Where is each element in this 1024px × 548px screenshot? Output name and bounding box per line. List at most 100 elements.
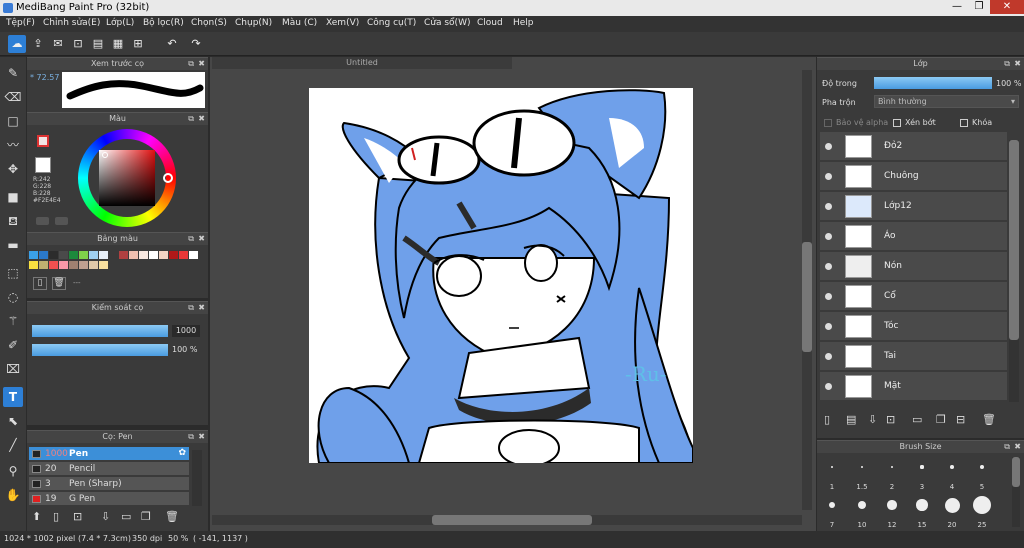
transparent-swatch[interactable]: [35, 157, 51, 173]
brush-size-dot[interactable]: [979, 464, 985, 470]
brush-size-dot[interactable]: [858, 501, 866, 509]
select-tool-icon[interactable]: ⬚: [3, 263, 23, 283]
layer-row[interactable]: Chuông: [820, 162, 1007, 191]
brush-size-dot[interactable]: [860, 465, 864, 469]
color-mode-button[interactable]: [36, 217, 49, 225]
layer-row[interactable]: Nón: [820, 252, 1007, 281]
document-tab[interactable]: Untitled: [212, 57, 512, 69]
bucket-tool-icon[interactable]: ⛾: [3, 211, 23, 231]
brush-size-dot[interactable]: [887, 500, 897, 510]
move-tool-icon[interactable]: ✥: [3, 159, 23, 179]
popout-icon[interactable]: ⧉: [188, 302, 194, 314]
import-layer-icon[interactable]: ⇩: [868, 413, 877, 426]
share-icon[interactable]: ⇪: [29, 35, 47, 53]
new-halftone-layer-icon[interactable]: ▤: [846, 413, 856, 426]
eye-icon[interactable]: [825, 263, 832, 270]
lock-checkbox[interactable]: [960, 119, 968, 127]
layer-menu-icon[interactable]: ⊡: [886, 413, 895, 426]
material-icon[interactable]: ▦: [109, 35, 127, 53]
brush-size-dot[interactable]: [920, 465, 924, 469]
palette-swatch[interactable]: [139, 251, 148, 259]
delete-brush-icon[interactable]: 🗑: [165, 510, 179, 523]
menu-view[interactable]: Xem(V): [326, 18, 359, 28]
palette-swatch[interactable]: [49, 261, 58, 269]
menu-cloud[interactable]: Cloud: [477, 18, 503, 28]
palette-swatch[interactable]: [69, 251, 78, 259]
maximize-button[interactable]: ❐: [966, 0, 992, 14]
palette-swatch[interactable]: [179, 251, 188, 259]
saturation-value-square[interactable]: [99, 150, 155, 206]
operation-tool-icon[interactable]: ⬉: [3, 411, 23, 431]
brush-size-dot[interactable]: [831, 466, 833, 468]
layer-opacity-slider[interactable]: [874, 77, 992, 89]
sv-handle[interactable]: [102, 152, 108, 158]
undo-icon[interactable]: ↶: [163, 35, 181, 53]
popout-icon[interactable]: ⧉: [188, 233, 194, 245]
hue-handle[interactable]: [163, 173, 173, 183]
layer-scrollbar[interactable]: [1009, 140, 1019, 402]
menu-window[interactable]: Cửa sổ(W): [424, 18, 470, 28]
add-brush-icon[interactable]: ⬆: [32, 510, 41, 523]
select-pen-icon[interactable]: ✐: [3, 335, 23, 355]
eraser-tool-icon[interactable]: ⌫: [3, 87, 23, 107]
folder-icon[interactable]: ▭: [121, 510, 131, 523]
duplicate-icon[interactable]: ❐: [141, 510, 151, 523]
palette-swatch[interactable]: [159, 251, 168, 259]
panel-close-icon[interactable]: ✖: [198, 113, 205, 125]
grid-icon[interactable]: ⊞: [129, 35, 147, 53]
brush-item[interactable]: 20 Pencil: [29, 462, 189, 476]
palette-swatch[interactable]: [49, 251, 58, 259]
brush-size-scrollbar[interactable]: [1012, 457, 1020, 527]
palette-swatch[interactable]: [89, 251, 98, 259]
fill-rect-icon[interactable]: ■: [3, 187, 23, 207]
popout-icon[interactable]: ⧉: [1004, 441, 1010, 453]
panel-close-icon[interactable]: ✖: [198, 431, 205, 443]
panel-close-icon[interactable]: ✖: [198, 233, 205, 245]
layer-row[interactable]: Lớp12: [820, 192, 1007, 221]
popout-icon[interactable]: ⧉: [188, 113, 194, 125]
brush-size-dot[interactable]: [829, 502, 835, 508]
drawing-canvas[interactable]: -Ru-: [309, 88, 693, 463]
menu-select[interactable]: Chọn(S): [191, 18, 227, 28]
dot-tool-icon[interactable]: □: [3, 111, 23, 131]
merge-layer-icon[interactable]: ⊟: [956, 413, 965, 426]
lasso-tool-icon[interactable]: ◌: [3, 287, 23, 307]
eye-icon[interactable]: [825, 293, 832, 300]
palette-swatch[interactable]: [189, 251, 198, 259]
panel-close-icon[interactable]: ✖: [198, 58, 205, 70]
eye-icon[interactable]: [825, 143, 832, 150]
palette-swatch[interactable]: [89, 261, 98, 269]
team-icon[interactable]: ⊡: [69, 35, 87, 53]
layer-row[interactable]: Tai: [820, 342, 1007, 371]
brush-item[interactable]: 19 G Pen: [29, 492, 189, 506]
delete-palette-icon[interactable]: 🗑: [52, 277, 66, 290]
blur-tool-icon[interactable]: 〰: [3, 135, 23, 155]
brush-opacity-slider[interactable]: [32, 344, 168, 356]
palette-swatch[interactable]: [129, 251, 138, 259]
new-palette-icon[interactable]: ▯: [33, 277, 47, 290]
blend-mode-select[interactable]: Bình thường ▾: [874, 95, 1019, 108]
popout-icon[interactable]: ⧉: [1004, 58, 1010, 70]
eye-icon[interactable]: [825, 203, 832, 210]
hue-ring[interactable]: [78, 129, 176, 227]
hand-tool-icon[interactable]: ✋: [3, 485, 23, 505]
menu-filter[interactable]: Bộ lọc(R): [143, 18, 184, 28]
divide-tool-icon[interactable]: ╱: [3, 435, 23, 455]
palette-swatch[interactable]: [59, 261, 68, 269]
eye-icon[interactable]: [825, 353, 832, 360]
palette-swatch[interactable]: [59, 251, 68, 259]
eye-icon[interactable]: [825, 383, 832, 390]
redo-icon[interactable]: ↷: [187, 35, 205, 53]
palette-swatch[interactable]: [79, 261, 88, 269]
panel-close-icon[interactable]: ✖: [1014, 441, 1021, 453]
vertical-scrollbar[interactable]: [802, 70, 812, 510]
brush-item[interactable]: 3 Pen (Sharp): [29, 477, 189, 491]
magic-wand-icon[interactable]: ⚚: [3, 311, 23, 331]
palette-swatch[interactable]: [99, 251, 108, 259]
popout-icon[interactable]: ⧉: [188, 58, 194, 70]
palette-swatch[interactable]: [29, 261, 38, 269]
select-eraser-icon[interactable]: ⌧: [3, 359, 23, 379]
document-icon[interactable]: ▤: [89, 35, 107, 53]
new-layer-icon[interactable]: ▯: [824, 413, 830, 426]
menu-color[interactable]: Màu (C): [282, 18, 317, 28]
